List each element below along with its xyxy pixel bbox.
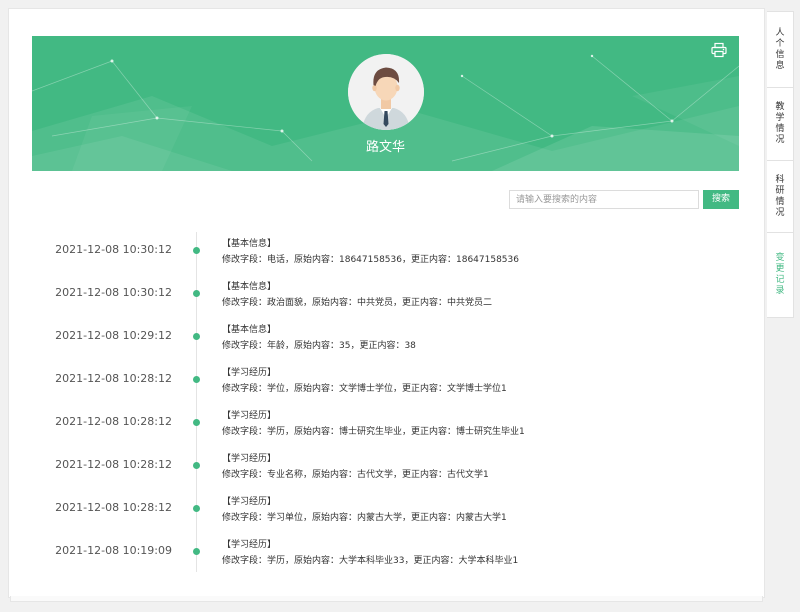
tab-research[interactable]: 科研情况 bbox=[767, 161, 793, 233]
entry-timestamp: 2021-12-08 10:30:12 bbox=[55, 286, 172, 299]
entry-timestamp: 2021-12-08 10:19:09 bbox=[55, 544, 172, 557]
timeline-entry: 2021-12-08 10:29:12 【基本信息】 修改字段：年龄，原始内容：… bbox=[0, 323, 740, 363]
entry-category: 【学习经历】 bbox=[222, 497, 277, 507]
side-tab-bar: 人个信息 教学情况 科研情况 变更记录 bbox=[767, 11, 794, 318]
user-avatar-icon bbox=[348, 54, 424, 130]
entry-timestamp: 2021-12-08 10:28:12 bbox=[55, 415, 172, 428]
entry-category: 【学习经历】 bbox=[222, 411, 277, 421]
timeline-dot bbox=[193, 548, 200, 555]
entry-detail: 修改字段：学历，原始内容：博士研究生毕业，更正内容：博士研究生毕业1 bbox=[222, 427, 525, 437]
tab-label: 变更记录 bbox=[775, 253, 785, 296]
entry-detail: 修改字段：年龄，原始内容：35，更正内容：38 bbox=[222, 341, 416, 351]
entry-timestamp: 2021-12-08 10:28:12 bbox=[55, 458, 172, 471]
timeline-dot bbox=[193, 505, 200, 512]
entry-detail: 修改字段：电话，原始内容：18647158536，更正内容：1864715853… bbox=[222, 255, 519, 265]
tab-label: 教学情况 bbox=[775, 102, 785, 145]
timeline-entry: 2021-12-08 10:28:12 【学习经历】 修改字段：学位，原始内容：… bbox=[0, 366, 740, 406]
timeline-entry: 2021-12-08 10:30:12 【基本信息】 修改字段：政治面貌，原始内… bbox=[0, 280, 740, 320]
entry-detail: 修改字段：学历，原始内容：大学本科毕业33，更正内容：大学本科毕业1 bbox=[222, 556, 519, 566]
entry-detail: 修改字段：学位，原始内容：文学博士学位，更正内容：文学博士学位1 bbox=[222, 384, 507, 394]
tab-label: 科研情况 bbox=[775, 174, 785, 218]
entry-detail: 修改字段：专业名称，原始内容：古代文学，更正内容：古代文学1 bbox=[222, 470, 489, 480]
tab-personal-info[interactable]: 人个信息 bbox=[767, 12, 793, 88]
entry-category: 【学习经历】 bbox=[222, 368, 277, 378]
timeline-dot bbox=[193, 419, 200, 426]
entry-timestamp: 2021-12-08 10:30:12 bbox=[55, 243, 172, 256]
tab-change-log[interactable]: 变更记录 bbox=[767, 233, 793, 317]
user-name: 路文华 bbox=[365, 140, 405, 155]
timeline-dot bbox=[193, 333, 200, 340]
entry-category: 【基本信息】 bbox=[222, 239, 277, 249]
search-input[interactable] bbox=[509, 190, 699, 209]
timeline-entry: 2021-12-08 10:28:12 【学习经历】 修改字段：专业名称，原始内… bbox=[0, 452, 740, 492]
timeline-dot bbox=[193, 247, 200, 254]
entry-category: 【学习经历】 bbox=[222, 454, 277, 464]
entry-category: 【基本信息】 bbox=[222, 282, 277, 292]
entry-detail: 修改字段：学习单位，原始内容：内蒙古大学，更正内容：内蒙古大学1 bbox=[222, 513, 507, 523]
entry-timestamp: 2021-12-08 10:29:12 bbox=[55, 329, 172, 342]
printer-icon[interactable] bbox=[711, 42, 727, 58]
entry-timestamp: 2021-12-08 10:28:12 bbox=[55, 501, 172, 514]
timeline-dot bbox=[193, 462, 200, 469]
entry-category: 【基本信息】 bbox=[222, 325, 277, 335]
search-button[interactable]: 搜索 bbox=[703, 190, 739, 209]
card-shadow-edge bbox=[10, 596, 763, 602]
tab-label: 人个信息 bbox=[775, 27, 785, 71]
timeline-dot bbox=[193, 376, 200, 383]
entry-category: 【学习经历】 bbox=[222, 540, 277, 550]
timeline-entry: 2021-12-08 10:28:12 【学习经历】 修改字段：学历，原始内容：… bbox=[0, 409, 740, 449]
avatar bbox=[348, 54, 424, 130]
timeline-dot bbox=[193, 290, 200, 297]
timeline-entry: 2021-12-08 10:28:12 【学习经历】 修改字段：学习单位，原始内… bbox=[0, 495, 740, 535]
entry-timestamp: 2021-12-08 10:28:12 bbox=[55, 372, 172, 385]
tab-teaching[interactable]: 教学情况 bbox=[767, 88, 793, 161]
entry-detail: 修改字段：政治面貌，原始内容：中共党员，更正内容：中共党员二 bbox=[222, 298, 493, 308]
profile-banner: 路文华 bbox=[32, 36, 739, 171]
timeline-entry: 2021-12-08 10:30:12 【基本信息】 修改字段：电话，原始内容：… bbox=[0, 237, 740, 277]
timeline-entry: 2021-12-08 10:19:09 【学习经历】 修改字段：学历，原始内容：… bbox=[0, 538, 740, 578]
